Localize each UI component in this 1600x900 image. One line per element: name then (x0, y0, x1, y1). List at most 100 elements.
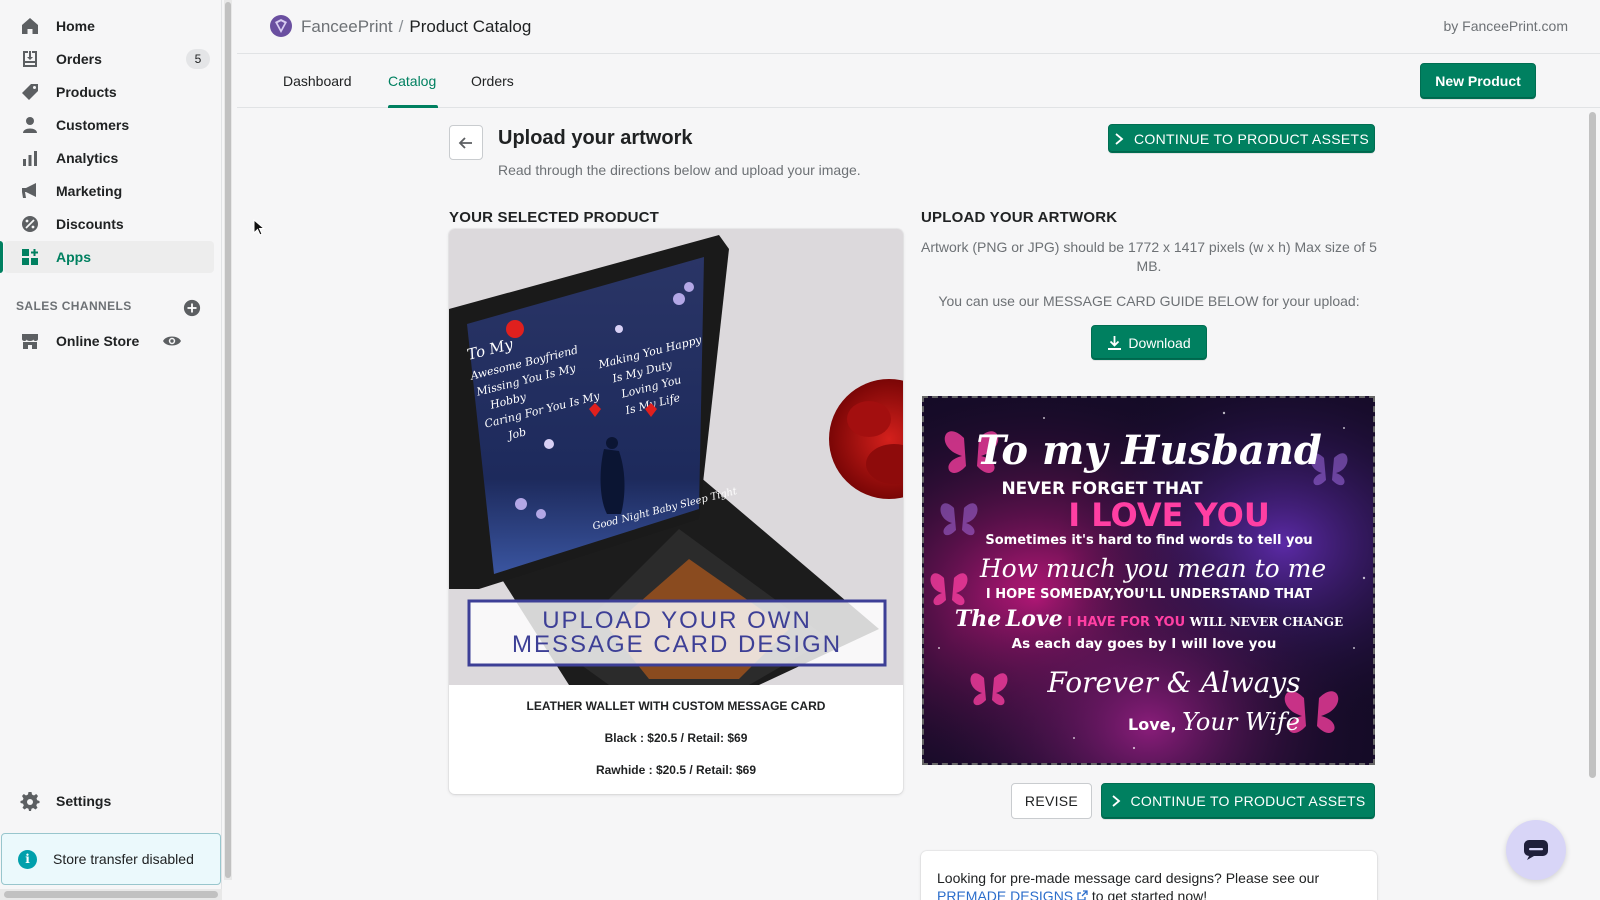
artwork-line-8: As each day goes by I will love you (1012, 636, 1277, 652)
apps-icon (22, 249, 38, 265)
overlay-line-1: UPLOAD YOUR OWN (542, 607, 812, 634)
breadcrumb: FanceePrint / Product Catalog (301, 17, 531, 37)
overlay-line-2: MESSAGE CARD DESIGN (512, 631, 842, 658)
continue-label: CONTINUE TO PRODUCT ASSETS (1130, 793, 1366, 809)
product-image: To My Awesome Boyfriend Missing You Is M… (449, 229, 903, 685)
product-price-black: Black : $20.5 / Retail: $69 (604, 731, 748, 745)
sidebar-item-label: Settings (56, 793, 112, 809)
sidebar: Home Orders 5 Products Customers Analyti… (0, 0, 222, 900)
store-transfer-banner: i Store transfer disabled (1, 833, 221, 885)
page-title: Product Catalog (409, 17, 532, 36)
active-tab-indicator (388, 105, 438, 108)
tab-dashboard[interactable]: Dashboard (283, 73, 352, 89)
artwork-line-7a: The (955, 606, 1001, 632)
orders-count-badge: 5 (186, 49, 210, 69)
sidebar-item-apps[interactable]: Apps (0, 241, 214, 273)
artwork-line-3: I LOVE YOU (1068, 496, 1270, 534)
developer-byline: by FanceePrint.com (1443, 18, 1569, 34)
upload-page-subtitle: Read through the directions below and up… (498, 162, 861, 178)
horizontal-scrollbar[interactable] (0, 889, 222, 900)
app-name[interactable]: FanceePrint (301, 17, 393, 36)
info-icon: i (18, 849, 37, 869)
arrow-left-icon (458, 136, 472, 149)
new-product-button[interactable]: New Product (1420, 63, 1536, 99)
selected-product-heading: YOUR SELECTED PRODUCT (449, 209, 660, 226)
tag-icon (22, 84, 38, 100)
sidebar-item-online-store[interactable]: Online Store (4, 325, 214, 357)
external-link-icon (1077, 890, 1088, 900)
fanceeprint-logo (270, 15, 292, 37)
premade-link-label: PREMADE DESIGNS (937, 888, 1074, 900)
sidebar-item-orders[interactable]: Orders 5 (4, 43, 214, 75)
sidebar-item-label: Home (56, 18, 95, 34)
download-icon (1108, 335, 1122, 350)
sidebar-item-discounts[interactable]: Discounts (4, 208, 214, 240)
premade-designs-link[interactable]: PREMADE DESIGNS (937, 888, 1088, 900)
download-label: Download (1128, 334, 1191, 351)
artwork-line-4: Sometimes it's hard to find words to tel… (985, 533, 1312, 548)
guide-text: You can use our MESSAGE CARD GUIDE BELOW… (938, 293, 1360, 309)
sidebar-item-label: Discounts (56, 216, 124, 232)
sidebar-item-label: Customers (56, 117, 130, 133)
upload-page-title: Upload your artwork (498, 127, 693, 149)
back-button[interactable] (449, 125, 483, 160)
person-icon (23, 117, 37, 133)
megaphone-icon (22, 183, 36, 198)
mouse-cursor-icon (253, 219, 265, 236)
artwork-line-7d: WILL NEVER CHANGE (1189, 615, 1343, 629)
premade-designs-card: Looking for pre-made message card design… (921, 851, 1377, 900)
sidebar-item-label: Analytics (56, 150, 119, 166)
premade-text-after: to get started now! (1091, 888, 1208, 900)
main-scrollbar[interactable] (1586, 108, 1600, 900)
store-transfer-text: Store transfer disabled (53, 851, 194, 867)
sidebar-item-marketing[interactable]: Marketing (4, 175, 214, 207)
continue-to-assets-button-top[interactable]: CONTINUE TO PRODUCT ASSETS (1108, 124, 1375, 153)
artwork-line-10b: Your Wife (1182, 708, 1300, 736)
chat-button[interactable] (1506, 820, 1566, 880)
chevron-right-icon (1111, 795, 1120, 807)
continue-to-assets-button-bottom[interactable]: CONTINUE TO PRODUCT ASSETS (1101, 783, 1375, 819)
sidebar-item-home[interactable]: Home (4, 10, 214, 42)
product-name: LEATHER WALLET WITH CUSTOM MESSAGE CARD (526, 699, 826, 713)
sidebar-item-label: Products (56, 84, 117, 100)
tab-bar: Dashboard Catalog Orders New Product (237, 54, 1600, 108)
selected-product-card: To My Awesome Boyfriend Missing You Is M… (449, 229, 903, 794)
artwork-line-6: I HOPE SOMEDAY,YOU'LL UNDERSTAND THAT (986, 587, 1312, 602)
artwork-line-7b: Love (1005, 606, 1063, 632)
artwork-spec-text: Artwork (PNG or JPG) should be 1772 x 14… (921, 239, 1377, 274)
chevron-right-icon (1115, 132, 1124, 145)
product-price-rawhide: Rawhide : $20.5 / Retail: $69 (595, 763, 757, 777)
discount-icon (22, 216, 38, 232)
artwork-line-5: How much you mean to me (979, 554, 1326, 583)
sales-channels-label: SALES CHANNELS (16, 299, 132, 313)
orders-icon (23, 51, 37, 67)
sidebar-item-settings[interactable]: Settings (4, 785, 214, 817)
sidebar-item-label: Apps (56, 249, 91, 265)
revise-button[interactable]: REVISE (1011, 783, 1092, 819)
sidebar-item-label: Marketing (56, 183, 123, 199)
store-icon (22, 334, 38, 349)
artwork-line-10a: Love, (1128, 715, 1177, 734)
app-header: FanceePrint / Product Catalog by FanceePri… (237, 0, 1600, 54)
sidebar-scrollbar[interactable] (224, 0, 232, 880)
artwork-line-7c: I HAVE FOR YOU (1067, 615, 1185, 630)
eye-icon[interactable] (162, 331, 182, 351)
artwork-line-9: Forever & Always (1046, 666, 1300, 699)
premade-text-before: Looking for pre-made message card design… (937, 870, 1320, 886)
chat-icon (1524, 840, 1548, 860)
sidebar-item-products[interactable]: Products (4, 76, 214, 108)
home-icon (22, 18, 38, 34)
tab-orders[interactable]: Orders (471, 73, 514, 89)
uploaded-artwork-preview[interactable]: To my Husband NEVER FORGET THAT I LOVE Y… (922, 396, 1375, 765)
artwork-line-title: To my Husband (976, 427, 1322, 474)
gear-icon (20, 792, 40, 811)
bar-chart-icon (23, 151, 37, 166)
add-circle-icon[interactable] (183, 299, 201, 317)
tab-catalog[interactable]: Catalog (388, 73, 436, 89)
sidebar-item-customers[interactable]: Customers (4, 109, 214, 141)
continue-label: CONTINUE TO PRODUCT ASSETS (1134, 130, 1369, 147)
sidebar-item-analytics[interactable]: Analytics (4, 142, 214, 174)
download-guide-button[interactable]: Download (1091, 325, 1207, 360)
sidebar-item-label: Orders (56, 51, 102, 67)
sidebar-item-label: Online Store (56, 333, 140, 349)
